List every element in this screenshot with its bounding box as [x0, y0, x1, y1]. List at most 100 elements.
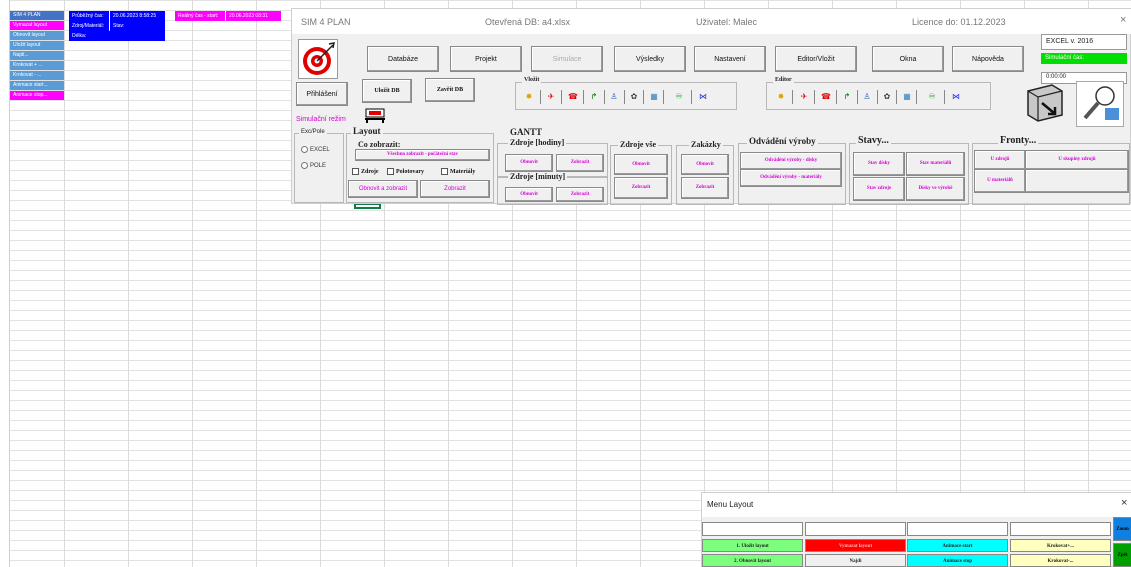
separator — [604, 90, 605, 104]
material-icon[interactable]: ▦ — [648, 91, 660, 103]
odvadeni-label: Odvádění výroby — [747, 136, 818, 146]
stav-materialu-button[interactable]: Stav materiálů — [906, 152, 965, 176]
menu-projekt[interactable]: Projekt — [450, 46, 522, 72]
sheet-button-vymazat-layout[interactable]: Vymazat layout — [10, 21, 64, 30]
worker-icon[interactable]: ♙ — [608, 91, 620, 103]
stav-disky-button[interactable]: Stav dísky — [853, 152, 905, 176]
pipe-icon[interactable]: ↱ — [588, 91, 600, 103]
zakazky-obnovit-button[interactable]: Obnovit — [681, 154, 729, 175]
menu-databaze[interactable]: Databáze — [367, 46, 439, 72]
menu-nastaveni[interactable]: Nastavení — [694, 46, 766, 72]
zoom-button[interactable]: Zoom — [1113, 517, 1131, 541]
chk-polotovary[interactable]: Polotovary — [387, 168, 424, 175]
odvadeni-materialy-button[interactable]: Odvádění výroby - materiály — [740, 169, 842, 187]
radio-excel[interactable]: EXCEL — [301, 146, 330, 153]
sheet-button-ulozit-layout[interactable]: Uložit layout — [10, 41, 64, 50]
sheet-button-krokovat-plus[interactable]: Krokovat + ... — [10, 61, 64, 70]
machine-icon[interactable]: ☎ — [567, 91, 579, 103]
zdroje-vse-obnovit-button[interactable]: Obnovit — [614, 154, 668, 175]
connector-icon[interactable]: ⋈ — [697, 91, 709, 103]
layout-input-1[interactable] — [702, 522, 803, 536]
gantt-minuty-obnovit-button[interactable]: Obnovit — [505, 187, 553, 202]
sim-mode-icon[interactable] — [364, 107, 386, 124]
u-materialu-button[interactable]: U materiálů — [974, 169, 1026, 193]
sheet-button-animace-stop[interactable]: Animace stop... — [10, 91, 64, 100]
odvadeni-disky-button[interactable]: Odvádění výroby - dísky — [740, 152, 842, 170]
najdi-button[interactable]: Najdi — [805, 554, 906, 567]
animace-start-button[interactable]: Animace start — [907, 539, 1008, 552]
worker-icon[interactable]: ♙ — [861, 91, 873, 103]
robot-arm-icon[interactable]: ✈ — [798, 91, 810, 103]
gantt-minuty-zobrazit-button[interactable]: Zobrazit — [556, 187, 604, 202]
info-delka-label: Délka: — [69, 31, 165, 41]
chk-polotovary-label: Polotovary — [396, 168, 424, 175]
conveyor-icon[interactable]: ♾ — [670, 91, 688, 103]
fronty-empty-button[interactable] — [1025, 169, 1129, 193]
layout-label: Layout — [351, 126, 383, 136]
pipe-icon[interactable]: ↱ — [841, 91, 853, 103]
search-icon[interactable] — [1076, 81, 1124, 127]
version-box: EXCEL v. 2016 — [1041, 34, 1127, 50]
close-icon[interactable]: × — [1120, 14, 1126, 26]
radio-pole-label: POLE — [310, 163, 327, 170]
zakazky-zobrazit-button[interactable]: Zobrazit — [681, 177, 729, 199]
u-skupiny-zdroju-button[interactable]: U skupiny zdrojů — [1025, 150, 1129, 170]
export-icon[interactable] — [1022, 81, 1070, 127]
close-db-button[interactable]: Zavřít DB — [425, 78, 475, 102]
gear-icon[interactable]: ✸ — [775, 91, 787, 103]
chk-materialy[interactable]: Materiály — [441, 168, 475, 175]
menu-okna[interactable]: Okna — [872, 46, 944, 72]
vymazat-layout-button[interactable]: Vymazat layout — [805, 539, 906, 552]
sim4plan-main-window: SIM 4 PLAN Otevřená DB: a4.xlsx Uživatel… — [291, 8, 1131, 205]
menu-editor-vlozit[interactable]: Editor/Vložit — [775, 46, 857, 72]
title-bar: SIM 4 PLAN Otevřená DB: a4.xlsx Uživatel… — [292, 9, 1131, 34]
sheet-button-najdi[interactable]: Najdi... — [10, 51, 64, 60]
exc-pole-label: Exc/Pole — [299, 129, 327, 135]
vsechno-zobrazit-button[interactable]: Všechno zobrazit - počáteční stav — [355, 149, 490, 161]
obnovit-layout-button[interactable]: 2. Obnovit layout — [702, 554, 803, 567]
sim-mode-label[interactable]: Simulační režim — [296, 110, 348, 130]
sheet-button-krokovat-minus[interactable]: Krokovat - ... — [10, 71, 64, 80]
menu-simulace[interactable]: Simulace — [531, 46, 603, 72]
zdroje-vse-zobrazit-button[interactable]: Zobrazit — [614, 177, 668, 199]
ulozit-layout-button[interactable]: 1. Uložit layout — [702, 539, 803, 552]
close-icon[interactable]: × — [1121, 497, 1127, 509]
layout-input-3[interactable] — [907, 522, 1008, 536]
obnovit-zobrazit-button[interactable]: Obnovit a zobrazit — [348, 180, 418, 198]
krokovat-minus-button[interactable]: Krokovat-... — [1010, 554, 1111, 567]
stav-zdroje-button[interactable]: Stav zdroje — [853, 177, 905, 201]
layout-input-4[interactable] — [1010, 522, 1111, 536]
animace-stop-button[interactable]: Animace stop — [907, 554, 1008, 567]
separator — [691, 90, 692, 104]
gantt-hodiny-obnovit-button[interactable]: Obnovit — [505, 154, 553, 172]
layout-input-2[interactable] — [805, 522, 906, 536]
conveyor-icon[interactable]: ♾ — [923, 91, 941, 103]
sheet-button-animace-start[interactable]: Animace start... — [10, 81, 64, 90]
cog-icon[interactable]: ✿ — [881, 91, 893, 103]
radio-pole[interactable]: POLE — [301, 162, 326, 169]
zpet-button[interactable]: Zpět — [1113, 543, 1131, 567]
gear-icon[interactable]: ✸ — [523, 91, 535, 103]
sheet-button-sim4plan[interactable]: SIM 4 PLAN — [10, 11, 64, 20]
disky-ve-vyrobe-button[interactable]: Dísky ve výrobě — [906, 177, 965, 201]
connector-icon[interactable]: ⋈ — [950, 91, 962, 103]
menu-vysledky[interactable]: Výsledky — [614, 46, 686, 72]
separator — [877, 90, 878, 104]
zobrazit-layout-button[interactable]: Zobrazit — [420, 180, 490, 198]
material-icon[interactable]: ▦ — [901, 91, 913, 103]
separator — [916, 90, 917, 104]
robot-arm-icon[interactable]: ✈ — [545, 91, 557, 103]
krokovat-plus-button[interactable]: Krokovat+... — [1010, 539, 1111, 552]
editor-toolbar-label: Editor — [773, 77, 794, 83]
login-button[interactable]: Přihlášení — [296, 82, 348, 106]
save-db-button[interactable]: Uložit DB — [362, 79, 412, 103]
sheet-button-obnovit-layout[interactable]: Obnovit layout — [10, 31, 64, 40]
zdroje-minuty-label: Zdroje [minuty] — [508, 172, 568, 181]
chk-zdroje[interactable]: Zdroje — [352, 168, 379, 175]
menu-napoveda[interactable]: Nápověda — [952, 46, 1024, 72]
u-zdroju-button[interactable]: U zdrojů — [974, 150, 1026, 170]
separator — [540, 90, 541, 104]
cog-icon[interactable]: ✿ — [628, 91, 640, 103]
machine-icon[interactable]: ☎ — [820, 91, 832, 103]
gantt-hodiny-zobrazit-button[interactable]: Zobrazit — [556, 154, 604, 172]
